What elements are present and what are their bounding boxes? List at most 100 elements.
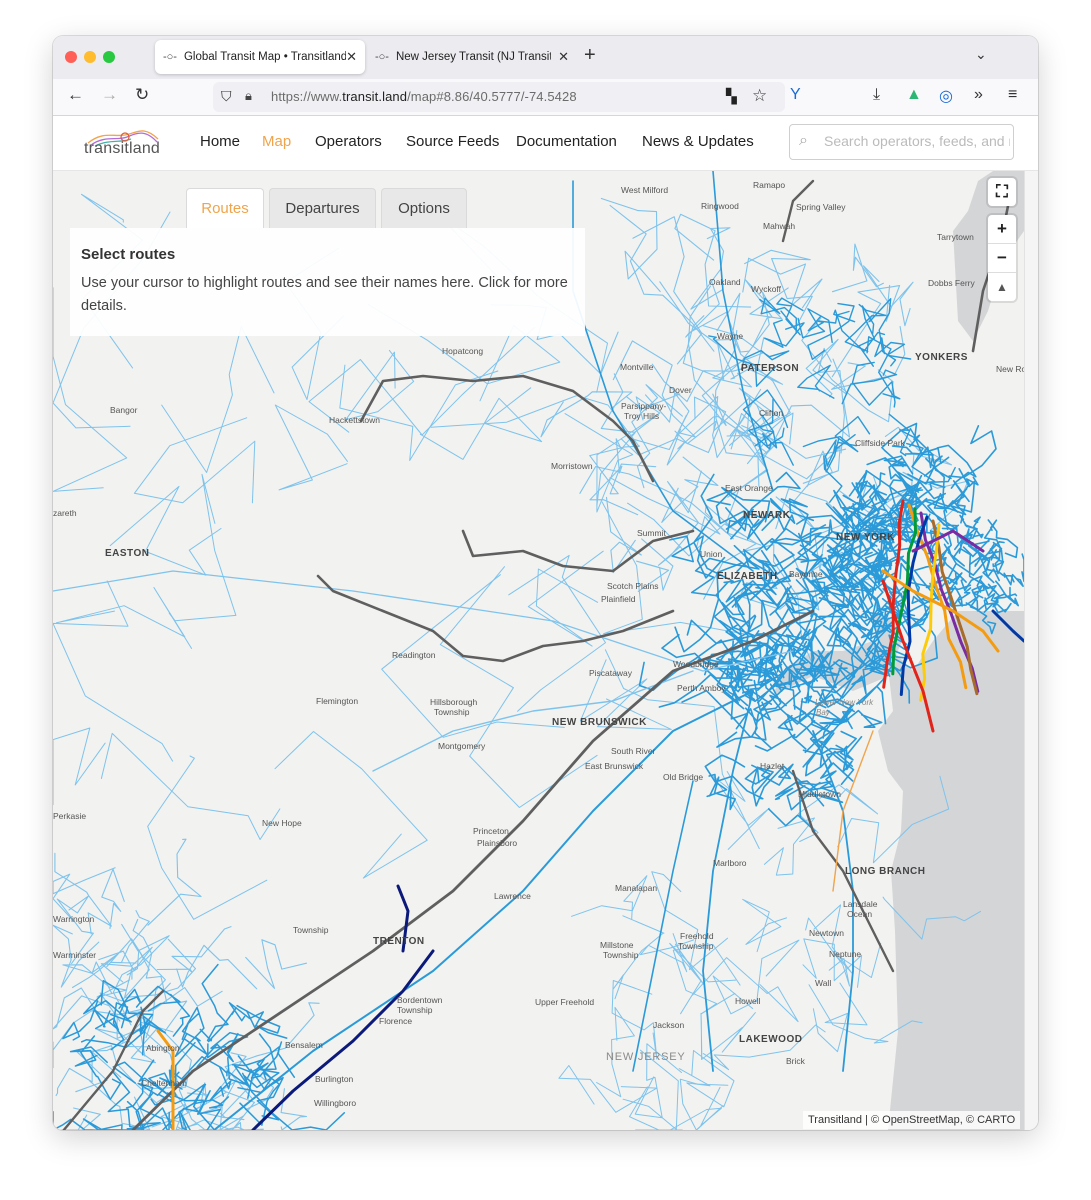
extension-triangle-icon[interactable]: ▲ (906, 86, 922, 104)
zoom-window-button[interactable] (103, 51, 115, 63)
place-label: Bordentown (397, 995, 443, 1005)
bus-route-line (100, 732, 281, 840)
nav-home[interactable]: Home (200, 133, 240, 150)
map-attribution[interactable]: Transitland | © OpenStreetMap, © CARTO (803, 1111, 1021, 1129)
place-label: Bay (816, 708, 830, 717)
bus-route-line (835, 736, 863, 773)
place-label: Burlington (315, 1074, 354, 1084)
site-search[interactable]: ⌕ (789, 124, 1014, 160)
page-scrollbar[interactable] (1024, 171, 1038, 1130)
search-icon: ⌕ (799, 132, 808, 149)
back-arrow-icon[interactable]: ← (67, 85, 84, 105)
chevron-down-icon[interactable]: ⌄ (975, 46, 987, 63)
place-label: Wyckoff (751, 284, 781, 294)
place-label: Parsippany- (621, 401, 667, 411)
bus-route-line (687, 285, 751, 437)
bus-route-line (712, 771, 770, 850)
browser-tab-active[interactable]: -○- Global Transit Map • Transitland ✕ (155, 40, 365, 74)
bus-route-line (236, 1004, 288, 1039)
bus-route-line (652, 1086, 722, 1130)
bus-route-line (147, 755, 268, 920)
place-label: Willingboro (314, 1098, 357, 1108)
search-input[interactable] (822, 132, 1012, 150)
site-header: transitland Home Map Operators Source Fe… (53, 116, 1038, 171)
place-label: Township (434, 707, 470, 717)
compass-icon[interactable]: ▲ (988, 272, 1016, 301)
reload-icon[interactable]: ↻ (135, 85, 149, 105)
place-label: Neptune (829, 949, 862, 959)
nav-operators[interactable]: Operators (315, 133, 382, 150)
tab-departures[interactable]: Departures (269, 188, 376, 228)
bus-route-line (874, 337, 912, 360)
close-window-button[interactable] (65, 51, 77, 63)
tracking-protection-shield-icon[interactable]: ⛉ (221, 88, 232, 105)
minimize-window-button[interactable] (84, 51, 96, 63)
url-text[interactable]: https://www.transit.land/map#8.86/40.577… (271, 89, 577, 104)
tab-routes[interactable]: Routes (186, 188, 264, 228)
close-tab-icon[interactable]: ✕ (558, 49, 569, 65)
place-label: Freehold (680, 931, 714, 941)
place-label: Hopatcong (442, 346, 484, 356)
more-tools-chevron-icon[interactable]: » (974, 86, 983, 104)
vpn-extension-icon[interactable]: Y (790, 86, 801, 104)
nav-news-updates[interactable]: News & Updates (642, 133, 754, 150)
url-prefix: https://www. (271, 89, 343, 104)
browser-tab[interactable]: -○- New Jersey Transit (NJ Transit) ✕ (367, 40, 577, 74)
bus-route-line (812, 982, 868, 1053)
bus-route-line (156, 926, 232, 973)
address-bar[interactable]: ⛉ 🔒︎ https://www.transit.land/map#8.86/4… (213, 82, 785, 112)
bus-route-line (101, 868, 125, 929)
zoom-in-icon[interactable]: + (988, 215, 1016, 243)
place-label: Middletown (798, 789, 841, 799)
place-label: Woodbridge (673, 659, 719, 669)
place-label: Township (293, 925, 329, 935)
bus-route-line (851, 361, 896, 408)
place-label: East Brunswick (585, 761, 644, 771)
place-label: Florence (379, 1016, 413, 1026)
place-label: Troy Hills (624, 411, 660, 421)
place-label: Abington (146, 1043, 180, 1053)
place-label: TRENTON (373, 936, 425, 947)
bus-route-line (228, 1002, 265, 1029)
zoom-out-icon[interactable]: − (988, 243, 1016, 272)
place-label: Ramapo (753, 180, 786, 190)
place-label: Plainsboro (477, 838, 518, 848)
account-extension-icon[interactable]: ◎ (939, 86, 953, 106)
bus-route-line (883, 455, 914, 475)
bus-route-line (245, 939, 308, 989)
place-label: Dover (669, 385, 692, 395)
lock-icon[interactable]: 🔒︎ (245, 88, 252, 104)
place-label: Township (603, 950, 639, 960)
place-label: ELIZABETH (717, 571, 778, 582)
download-icon[interactable]: ⤓ (873, 86, 880, 104)
place-label: Township (397, 1005, 433, 1015)
qr-code-icon[interactable]: ▚ (726, 88, 737, 105)
bus-route-line (708, 335, 777, 387)
bus-route-line (62, 1000, 99, 1041)
nav-source-feeds[interactable]: Source Feeds (406, 133, 499, 150)
place-label: Warminster (53, 950, 97, 960)
close-tab-icon[interactable]: ✕ (346, 49, 357, 65)
place-label: YONKERS (915, 352, 968, 363)
fullscreen-icon[interactable]: ⛶ (988, 178, 1016, 206)
transit-map[interactable]: West Milford Ramapo Ringwood Spring Valley M… (53, 171, 1024, 1130)
place-label: Warrington (53, 914, 95, 924)
bookmark-star-icon[interactable]: ☆ (752, 86, 767, 106)
tab-options[interactable]: Options (381, 188, 467, 228)
hamburger-menu-icon[interactable]: ≡ (1008, 86, 1017, 104)
logo-text[interactable]: transitland (84, 140, 160, 158)
place-label: Perth Amboy (677, 683, 726, 693)
place-label: Lansdale (843, 899, 878, 909)
place-label: New Hope (262, 818, 302, 828)
place-label: LONG BRANCH (845, 866, 926, 877)
url-host: transit.land (342, 89, 408, 104)
bus-route-line (611, 980, 658, 1060)
bus-route-line (666, 415, 751, 466)
forward-arrow-icon[interactable]: → (101, 85, 118, 105)
new-tab-icon[interactable]: + (584, 44, 596, 67)
place-label: NEW YORK (836, 532, 895, 543)
place-label: PATERSON (741, 363, 800, 374)
bus-route-line (888, 413, 917, 457)
nav-map[interactable]: Map (262, 133, 291, 150)
nav-documentation[interactable]: Documentation (516, 133, 617, 150)
